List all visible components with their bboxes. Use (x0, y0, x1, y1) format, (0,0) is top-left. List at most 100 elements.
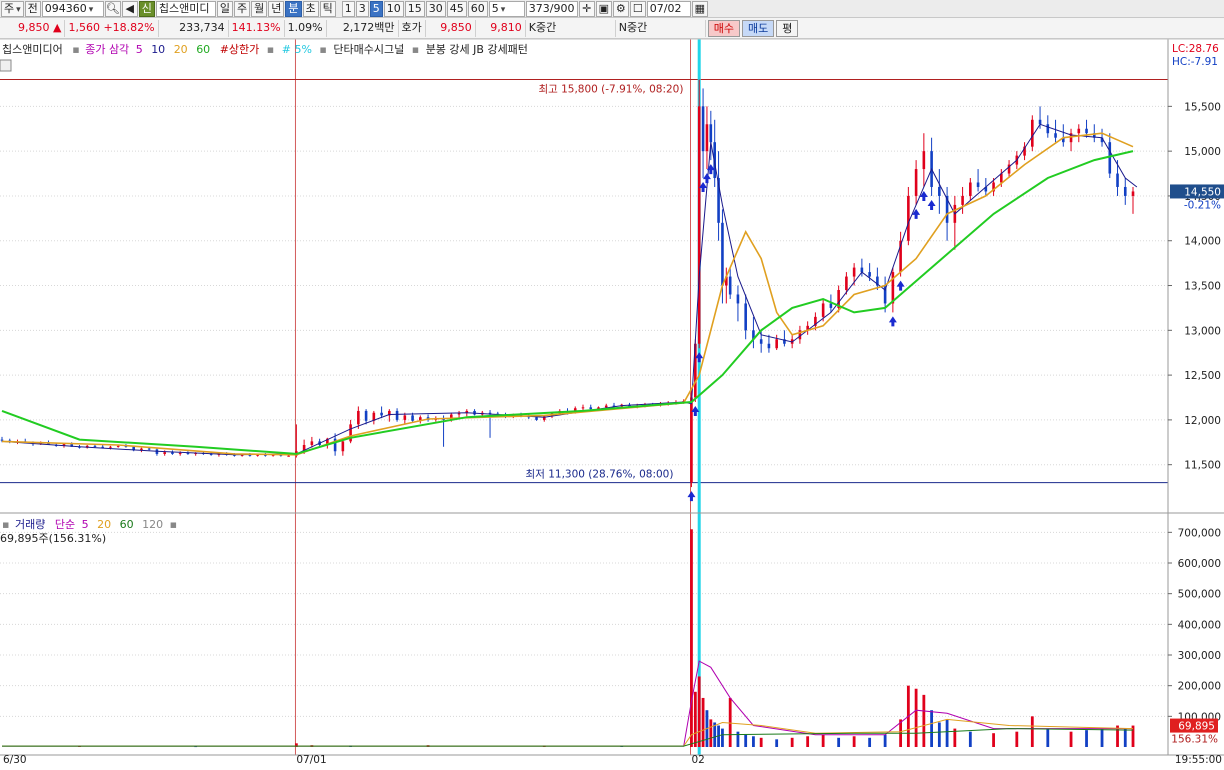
ask-price: 9,850 (426, 19, 476, 37)
volume-tick-label: 700,000 (1178, 527, 1221, 539)
volume-bar (937, 722, 941, 747)
interval-3[interactable]: 3 (355, 0, 369, 17)
volume-bar (728, 697, 732, 747)
search-icon[interactable]: 🔍︎ (104, 0, 121, 17)
settings-icon[interactable]: ⚙ (612, 0, 629, 17)
candle-body (341, 441, 345, 452)
candle-body (0, 439, 4, 441)
volume-bar (744, 734, 748, 747)
interval-10[interactable]: 10 (383, 0, 404, 17)
lc-label: LC:28.76 (1172, 43, 1219, 55)
legend-limit: #상한가 (220, 43, 260, 56)
candle-body (178, 453, 182, 455)
legend-ma-5: 5 (136, 43, 143, 56)
checkbox-icon[interactable]: ☐ (629, 0, 646, 17)
k-mid-label: K중간 (526, 19, 616, 37)
table-icon[interactable] (0, 59, 12, 72)
volume-legend-ma-120: 120 (142, 518, 163, 531)
period-minute[interactable]: 분 (285, 0, 302, 17)
interval-60[interactable]: 60 (467, 0, 488, 17)
current-price: 9,850 ▲ (0, 19, 66, 37)
sound-icon[interactable]: ◀ (121, 0, 138, 17)
candle-body (380, 412, 383, 416)
trade-amount: 2,172백만 (327, 19, 399, 37)
volume-bar (693, 691, 697, 747)
candle-body (744, 303, 747, 331)
volume-bar (1123, 728, 1127, 747)
market-select[interactable]: 주 (1, 0, 24, 17)
volume-bar (930, 710, 933, 747)
time-axis-label: 07/01 (296, 754, 326, 766)
bid-price: 9,810 (476, 19, 526, 37)
legend-ma-20: 20 (174, 43, 188, 56)
interval-45[interactable]: 45 (446, 0, 467, 17)
volume-legend-ma-20: 20 (97, 518, 111, 531)
quote-bar: 9,850 ▲ 1,560 +18.82% 233,734 141.13% 1.… (0, 18, 1224, 39)
change-value: 1,560 (68, 20, 100, 34)
interval-select[interactable]: 5 (488, 0, 525, 17)
candle-body (1038, 119, 1042, 125)
candle-body (287, 455, 290, 457)
save-icon[interactable]: ▣ (595, 0, 612, 17)
n-mid-label: N중간 (616, 19, 706, 37)
period-week[interactable]: 주 (234, 0, 251, 17)
interval-30[interactable]: 30 (425, 0, 446, 17)
price-change: 1,560 +18.82% (65, 19, 159, 37)
candle-body (914, 169, 918, 196)
candle-body (976, 182, 980, 187)
candle-body (589, 407, 593, 410)
volume-bar (922, 694, 926, 747)
volume-tick-label: 600,000 (1178, 558, 1221, 570)
period-day[interactable]: 일 (216, 0, 234, 17)
candle-body (821, 303, 825, 317)
time-axis-label: 02 (691, 754, 704, 766)
volume-bar (1069, 731, 1073, 747)
volume-bar (945, 719, 949, 747)
sell-button[interactable]: 매도 (742, 19, 775, 37)
period-month[interactable]: 월 (251, 0, 268, 17)
candle-body (395, 410, 399, 420)
legend-ma-60: 60 (196, 43, 210, 56)
volume-bar (837, 737, 841, 747)
volume-bar (697, 676, 701, 747)
volume-tick-label: 400,000 (1178, 619, 1221, 631)
candle-body (767, 343, 771, 349)
count-field[interactable]: 373/900 (525, 0, 578, 17)
interval-1[interactable]: 1 (341, 0, 355, 17)
candle-body (860, 267, 864, 273)
candle-body (829, 303, 833, 308)
candle-body (709, 124, 713, 143)
candle-body (775, 339, 778, 349)
period-tick[interactable]: 틱 (319, 0, 336, 17)
legend-stock-name: 칩스앤미디어 (2, 43, 63, 56)
avg-button[interactable]: 평 (776, 19, 799, 37)
candle-body (403, 415, 407, 420)
chart-area[interactable]: 최고 15,800 (-7.91%, 08:20) 최저 11,300 (28.7… (0, 39, 1224, 770)
candle-body (147, 448, 151, 450)
candle-body (116, 445, 120, 447)
candle-body (1077, 128, 1081, 134)
period-year[interactable]: 년 (268, 0, 285, 17)
prefix-button[interactable]: 전 (24, 0, 41, 17)
turnover-rate: 1.09% (285, 19, 327, 37)
price-tick-label: 11,500 (1184, 460, 1221, 472)
crosshair-icon[interactable]: ✛ (578, 0, 595, 17)
legend-pct: # 5% (282, 43, 312, 56)
calendar-icon[interactable]: ▦ (691, 0, 708, 17)
candle-body (736, 294, 740, 304)
hoga-label: 호가 (399, 19, 426, 37)
period-second[interactable]: 초 (302, 0, 319, 17)
interval-5[interactable]: 5 (369, 0, 383, 17)
interval-15[interactable]: 15 (404, 0, 425, 17)
candle-body (1031, 119, 1034, 147)
volume-bar (721, 728, 724, 747)
stock-code-input[interactable]: 094360 (41, 0, 104, 17)
candle-body (938, 186, 941, 196)
volume-bar (806, 736, 810, 747)
volume-bar (775, 739, 779, 747)
candle-body (907, 195, 910, 241)
stock-name-field[interactable]: 칩스앤미디 (155, 0, 216, 17)
time-axis-label: 6/30 (3, 754, 27, 766)
date-field[interactable]: 07/02 (646, 0, 691, 17)
buy-button[interactable]: 매수 (707, 19, 741, 37)
